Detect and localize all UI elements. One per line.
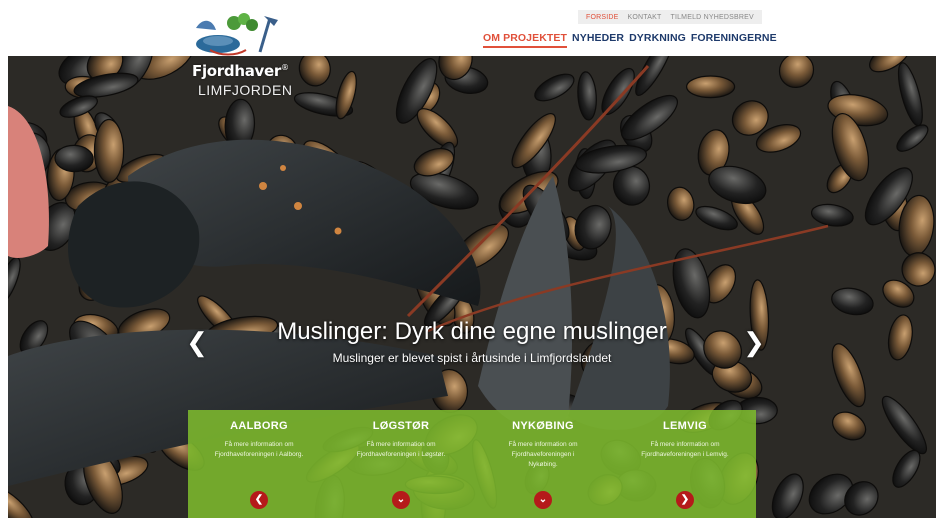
chevron-left-icon[interactable]: ❮ [250,491,268,509]
panel-text: Få mere information om Fjordhaveforening… [214,441,304,458]
logo-subtitle: LIMFJORDEN [198,82,293,98]
nav-item-om-projektet[interactable]: OM PROJEKTET [483,32,568,48]
main-nav: OM PROJEKTET NYHEDER DYRKNING FORENINGER… [483,32,777,48]
slide-title: Muslinger: Dyrk dine egne muslinger [277,318,667,345]
chevron-right-icon[interactable]: ❯ [743,328,765,356]
foreninger-panels: AALBORG Få mere information om Fjordhave… [188,410,756,518]
chevron-down-icon[interactable]: ⌄ [392,491,410,509]
page: FORSIDE KONTAKT TILMELD NYHEDSBREV OM PR… [0,0,936,518]
panel-nykobing[interactable]: NYKØBING Få mere information om Fjordhav… [472,410,614,518]
panel-logstor[interactable]: LØGSTØR Få mere information om Fjordhave… [330,410,472,518]
panel-text: Få mere information om Fjordhaveforening… [356,441,446,458]
panel-aalborg[interactable]: AALBORG Få mere information om Fjordhave… [188,410,330,518]
panel-lemvig[interactable]: LEMVIG Få mere information om Fjordhavef… [614,410,756,518]
panel-text: Få mere information om Fjordhaveforening… [641,441,729,458]
site-logo[interactable]: Fjordhaver® LIMFJORDEN [188,10,292,102]
panel-title: AALBORG [230,420,288,432]
chevron-down-icon[interactable]: ⌄ [534,491,552,509]
logo-brand: Fjordhaver® [192,62,289,80]
chevron-right-icon[interactable]: ❯ [676,491,694,509]
nav-item-dyrkning[interactable]: DYRKNING [629,32,686,48]
slide-subtitle: Muslinger er blevet spist i årtusinde i … [332,351,612,365]
chevron-left-icon[interactable]: ❮ [186,328,208,356]
utility-link-forside[interactable]: FORSIDE [586,14,619,21]
logo-graphic [196,13,278,56]
nav-item-foreningerne[interactable]: FORENINGERNE [691,32,777,48]
utility-nav: FORSIDE KONTAKT TILMELD NYHEDSBREV [578,10,762,24]
nav-item-nyheder[interactable]: NYHEDER [572,32,624,48]
panel-title: LEMVIG [663,420,707,432]
panel-title: LØGSTØR [372,420,430,432]
utility-link-kontakt[interactable]: KONTAKT [628,14,662,21]
site-header: FORSIDE KONTAKT TILMELD NYHEDSBREV OM PR… [0,0,936,56]
panel-text: Få mere information om Fjordhaveforening… [508,441,578,468]
panel-title: NYKØBING [512,420,574,432]
utility-link-newsletter[interactable]: TILMELD NYHEDSBREV [670,14,753,21]
